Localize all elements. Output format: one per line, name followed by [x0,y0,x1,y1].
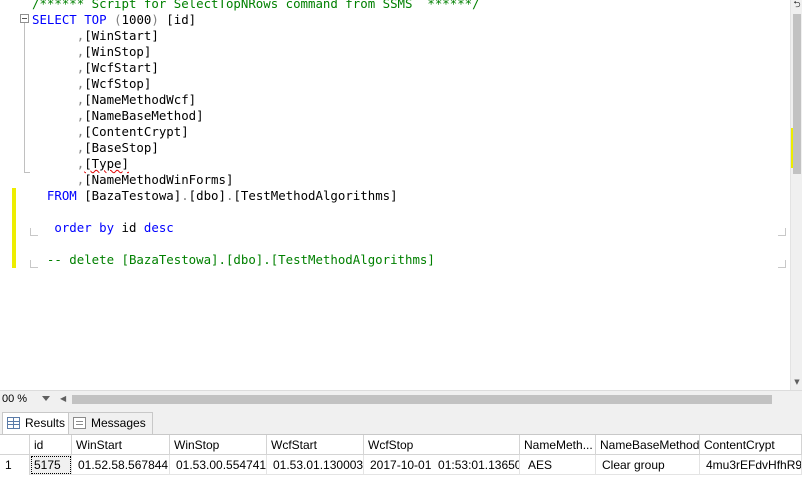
editor-gutter [0,0,12,390]
block-marker [778,228,786,236]
cell-wcfstop[interactable]: 2017-10-01 01:53:01.136507 [364,455,520,475]
query-editor[interactable]: /****** Script for SelectTopNRows comman… [0,0,790,390]
code-line[interactable]: ,[BaseStop] [32,140,159,156]
code-line[interactable]: ,[WcfStart] [32,60,159,76]
code-token: /****** Script for SelectTopNRows comman… [32,0,480,11]
tab-label: Messages [91,416,146,430]
code-token: [id] [166,12,197,27]
code-token: , [32,124,85,139]
cell-contentcrypt[interactable]: 4mu3rEFdvHfhR98P [700,455,802,475]
code-token: [WcfStart] [84,60,159,75]
code-line[interactable]: ,[ContentCrypt] [32,124,189,140]
tab-label: Results [25,416,66,430]
tab-results[interactable]: Results [2,412,73,434]
code-token: [ContentCrypt] [84,124,189,139]
code-line[interactable]: ,[WcfStop] [32,76,152,92]
code-token: , [32,92,85,107]
code-token: TOP [84,12,115,27]
results-grid[interactable]: id WinStart WinStop WcfStart WcfStop Nam… [0,434,802,497]
code-token: -- delete [BazaTestowa].[dbo].[TestMetho… [32,252,435,267]
code-token: , [32,108,85,123]
zoom-level[interactable]: 00 % [0,392,40,407]
code-token: ) [151,12,167,27]
code-token: id [121,220,144,235]
code-line[interactable]: ,[NameBaseMethod] [32,108,204,124]
code-token: [BaseStop] [84,140,159,155]
cell-id[interactable]: 5175 [30,455,72,475]
tab-messages[interactable]: Messages [68,412,153,434]
grid-corner[interactable] [0,435,30,455]
code-token: [Type] [84,156,129,171]
column-header-winstop[interactable]: WinStop [170,435,267,455]
code-token: FROM [32,188,85,203]
code-token: , [32,172,85,187]
column-header-id[interactable]: id [30,435,72,455]
code-token: order by [32,220,122,235]
code-token: [NameBaseMethod] [84,108,204,123]
code-token: [TestMethodAlgorithms] [233,188,398,203]
column-header-wcfstop[interactable]: WcfStop [364,435,520,455]
code-line[interactable]: SELECT TOP (1000) [id] [32,12,196,28]
block-marker [778,260,786,268]
scroll-thumb[interactable] [793,14,801,174]
code-token: , [32,44,85,59]
cell-wcfstart[interactable]: 01.53.01.130003 [267,455,364,475]
cell-namebasemethod[interactable]: Clear group [596,455,700,475]
column-header-wcfstart[interactable]: WcfStart [267,435,364,455]
fold-guide-end [24,172,30,173]
zoom-dropdown-icon[interactable] [42,396,50,401]
column-header-winstart[interactable]: WinStart [72,435,170,455]
code-line[interactable]: /****** Script for SelectTopNRows comman… [32,0,480,12]
code-line[interactable]: ,[NameMethodWcf] [32,92,196,108]
code-token: ( [114,12,122,27]
vertical-scrollbar[interactable]: ⮌ ▼ [790,0,802,390]
code-line[interactable]: ,[NameMethodWinForms] [32,172,234,188]
code-token: [WinStart] [84,28,159,43]
split-icon[interactable]: ⮌ [792,0,802,10]
messages-icon [73,417,86,429]
code-token: [NameMethodWinForms] [84,172,234,187]
row-number[interactable]: 1 [0,455,30,475]
code-token: , [32,140,85,155]
grid-icon [7,417,20,429]
code-token: desc [143,220,174,235]
scroll-down-icon[interactable]: ▼ [792,377,802,387]
code-line[interactable]: -- delete [BazaTestowa].[dbo].[TestMetho… [32,252,435,268]
code-token: . [181,188,189,203]
code-token: [WcfStop] [84,76,152,91]
cell-winstart[interactable]: 01.52.58.567844 [72,455,170,475]
change-marker [12,188,16,268]
horizontal-scroll-thumb[interactable] [72,395,772,404]
code-token: SELECT [32,12,85,27]
code-token: , [32,60,85,75]
code-token: , [32,28,85,43]
code-token: , [32,156,85,171]
results-tabs: Results Messages [0,408,802,434]
cell-namemethodwcf[interactable]: AES [520,455,596,475]
fold-guide [24,23,25,173]
column-header-namebasemethod[interactable]: NameBaseMethod [596,435,700,455]
code-line[interactable]: ,[WinStart] [32,28,159,44]
editor-status-strip: 00 % ◀ [0,390,802,408]
code-line[interactable]: ,[WinStop] [32,44,152,60]
code-line[interactable]: order by id desc [32,220,174,236]
code-token: [dbo] [188,188,226,203]
code-token: [NameMethodWcf] [84,92,197,107]
code-token: [WinStop] [84,44,152,59]
code-line[interactable]: FROM [BazaTestowa].[dbo].[TestMethodAlgo… [32,188,398,204]
cell-winstop[interactable]: 01.53.00.554741 [170,455,267,475]
code-token: [BazaTestowa] [84,188,182,203]
column-header-contentcrypt[interactable]: ContentCrypt [700,435,802,455]
collapse-toggle[interactable] [20,14,29,23]
code-line[interactable]: ,[Type] [32,156,129,172]
code-token: , [32,76,85,91]
scroll-left-icon[interactable]: ◀ [60,394,66,403]
code-token: 1000 [121,12,152,27]
column-header-namemethodwcf[interactable]: NameMeth... [520,435,596,455]
